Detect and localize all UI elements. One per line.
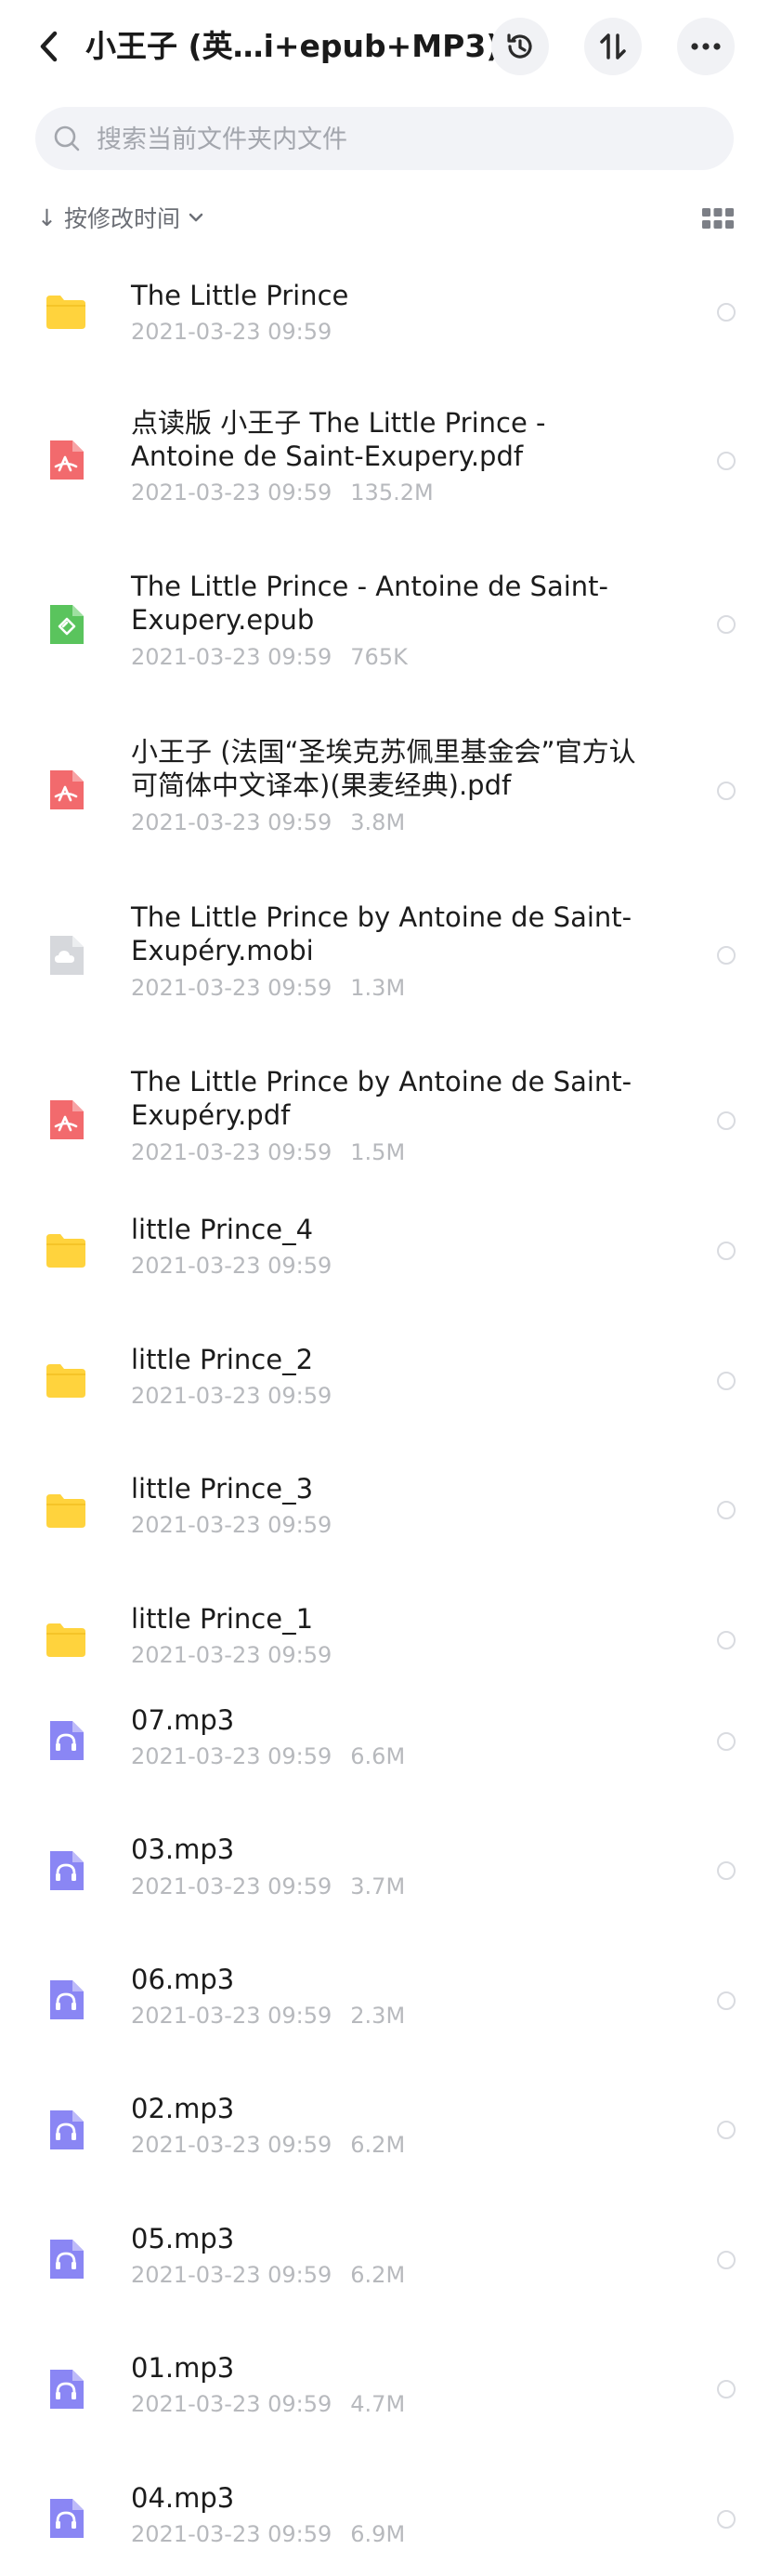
- file-size: 2.3M: [350, 2003, 406, 2029]
- file-name: 02.mp3: [131, 2093, 235, 2124]
- file-name: little Prince_4: [131, 1214, 314, 1245]
- audio-file-icon: [43, 1717, 89, 1764]
- audio-file-icon: [43, 2495, 89, 2542]
- select-radio[interactable]: [717, 2251, 736, 2269]
- file-date: 2021-03-23 09:59: [131, 319, 332, 345]
- file-meta: 2021-03-23 09:59 6.2M: [131, 2262, 405, 2288]
- file-date: 2021-03-23 09:59: [131, 1642, 332, 1668]
- file-date: 2021-03-23 09:59: [131, 1383, 332, 1409]
- file-date: 2021-03-23 09:59: [131, 1873, 332, 1899]
- folder-icon: [43, 288, 89, 335]
- select-radio[interactable]: [717, 2380, 736, 2399]
- folder-icon: [43, 1227, 89, 1273]
- select-radio[interactable]: [717, 2121, 736, 2139]
- select-radio[interactable]: [717, 452, 736, 470]
- audio-file-icon: [43, 2236, 89, 2282]
- file-size: 1.5M: [350, 1139, 406, 1165]
- file-meta: 2021-03-23 09:59: [131, 1512, 332, 1538]
- select-radio[interactable]: [717, 782, 736, 800]
- file-date: 2021-03-23 09:59: [131, 2521, 332, 2547]
- file-size: 6.2M: [350, 2262, 406, 2288]
- audio-file-icon: [43, 2107, 89, 2153]
- file-name: 05.mp3: [131, 2223, 235, 2254]
- select-radio[interactable]: [717, 1861, 736, 1880]
- file-list: The Little Prince 2021-03-23 09:59 点读版 小王子…: [0, 0, 769, 2576]
- select-radio[interactable]: [717, 303, 736, 322]
- file-meta: 2021-03-23 09:59: [131, 319, 332, 345]
- select-radio[interactable]: [717, 1501, 736, 1519]
- file-size: 765K: [350, 644, 408, 670]
- file-date: 2021-03-23 09:59: [131, 975, 332, 1001]
- file-meta: 2021-03-23 09:59: [131, 1642, 332, 1668]
- select-radio[interactable]: [717, 1111, 736, 1130]
- file-meta: 2021-03-23 09:59: [131, 1383, 332, 1409]
- audio-file-icon: [43, 1977, 89, 2023]
- file-name: The Little Prince by Antoine de Saint-Ex…: [131, 901, 632, 966]
- file-date: 2021-03-23 09:59: [131, 1139, 332, 1165]
- mobi-file-icon: [43, 932, 89, 979]
- file-date: 2021-03-23 09:59: [131, 2391, 332, 2417]
- file-size: 6.2M: [350, 2132, 406, 2158]
- folder-icon: [43, 1616, 89, 1663]
- file-meta: 2021-03-23 09:59 1.3M: [131, 975, 405, 1001]
- file-meta: 2021-03-23 09:59 1.5M: [131, 1139, 405, 1165]
- file-meta: 2021-03-23 09:59 765K: [131, 644, 408, 670]
- file-date: 2021-03-23 09:59: [131, 2003, 332, 2029]
- file-date: 2021-03-23 09:59: [131, 480, 332, 506]
- file-meta: 2021-03-23 09:59 135.2M: [131, 480, 434, 506]
- audio-file-icon: [43, 1847, 89, 1894]
- file-name: 03.mp3: [131, 1833, 235, 1865]
- file-meta: 2021-03-23 09:59: [131, 1253, 332, 1279]
- folder-icon: [43, 1487, 89, 1533]
- file-meta: 2021-03-23 09:59 6.2M: [131, 2132, 405, 2158]
- epub-file-icon: [43, 601, 89, 648]
- file-name: little Prince_2: [131, 1344, 314, 1375]
- file-date: 2021-03-23 09:59: [131, 2262, 332, 2288]
- file-name: 06.mp3: [131, 1964, 235, 1995]
- file-size: 6.6M: [350, 1743, 406, 1769]
- select-radio[interactable]: [717, 1372, 736, 1390]
- select-radio[interactable]: [717, 2510, 736, 2529]
- file-name: The Little Prince by Antoine de Saint-Ex…: [131, 1066, 632, 1131]
- file-meta: 2021-03-23 09:59 6.9M: [131, 2521, 405, 2547]
- select-radio[interactable]: [717, 946, 736, 965]
- file-meta: 2021-03-23 09:59 2.3M: [131, 2003, 405, 2029]
- file-date: 2021-03-23 09:59: [131, 1253, 332, 1279]
- file-name: The Little Prince - Antoine de Saint-Exu…: [131, 571, 608, 636]
- pdf-file-icon: [43, 437, 89, 483]
- file-name: 点读版 小王子 The Little Prince - Antoine de S…: [131, 407, 546, 472]
- folder-icon: [43, 1357, 89, 1403]
- file-name: 01.mp3: [131, 2352, 235, 2384]
- file-meta: 2021-03-23 09:59 3.7M: [131, 1873, 405, 1899]
- file-size: 1.3M: [350, 975, 406, 1001]
- file-name: 小王子 (法国“圣埃克苏佩里基金会”官方认可简体中文译本)(果麦经典).pdf: [131, 736, 636, 801]
- file-size: 4.7M: [350, 2391, 406, 2417]
- select-radio[interactable]: [717, 1631, 736, 1649]
- file-name: little Prince_1: [131, 1603, 314, 1635]
- file-size: 3.7M: [350, 1873, 406, 1899]
- pdf-file-icon: [43, 1097, 89, 1143]
- file-meta: 2021-03-23 09:59 4.7M: [131, 2391, 405, 2417]
- file-meta: 2021-03-23 09:59 6.6M: [131, 1743, 405, 1769]
- file-date: 2021-03-23 09:59: [131, 1512, 332, 1538]
- file-size: 135.2M: [350, 480, 434, 506]
- file-name: The Little Prince: [131, 280, 349, 311]
- file-date: 2021-03-23 09:59: [131, 1743, 332, 1769]
- file-date: 2021-03-23 09:59: [131, 809, 332, 835]
- file-size: 6.9M: [350, 2521, 406, 2547]
- file-date: 2021-03-23 09:59: [131, 2132, 332, 2158]
- file-meta: 2021-03-23 09:59 3.8M: [131, 809, 405, 835]
- file-size: 3.8M: [350, 809, 406, 835]
- file-name: 07.mp3: [131, 1704, 235, 1736]
- select-radio[interactable]: [717, 1242, 736, 1260]
- file-name: little Prince_3: [131, 1473, 314, 1505]
- file-date: 2021-03-23 09:59: [131, 644, 332, 670]
- select-radio[interactable]: [717, 1732, 736, 1751]
- audio-file-icon: [43, 2366, 89, 2412]
- pdf-file-icon: [43, 767, 89, 813]
- select-radio[interactable]: [717, 1991, 736, 2010]
- file-name: 04.mp3: [131, 2482, 235, 2514]
- select-radio[interactable]: [717, 615, 736, 634]
